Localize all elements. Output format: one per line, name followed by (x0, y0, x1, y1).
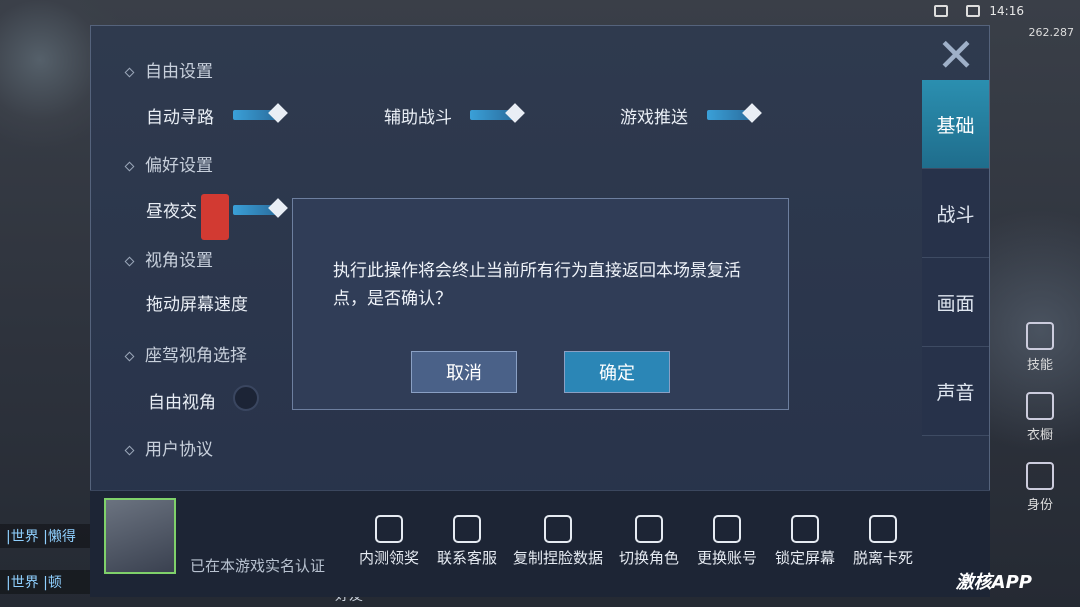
dialog-message: 执行此操作将会终止当前所有行为直接返回本场景复活点，是否确认？ (333, 261, 741, 309)
confirm-dialog: 执行此操作将会终止当前所有行为直接返回本场景复活点，是否确认？ 取消 确定 (292, 198, 789, 410)
headset-icon (453, 515, 481, 543)
free-view-label: 自由视角 (148, 393, 216, 413)
exit-icon (869, 515, 897, 543)
wardrobe-icon (1026, 392, 1054, 420)
free-view-radio[interactable] (233, 385, 259, 411)
action-row: 内测领奖 联系客服 复制捏脸数据 切换角色 更换账号 锁定屏幕 脱离卡死 (350, 515, 922, 568)
copy-face-data-button[interactable]: 复制捏脸数据 (506, 515, 610, 568)
close-button[interactable]: ✕ (923, 28, 989, 82)
gift-icon (375, 515, 403, 543)
section-agreement: 用户协议 (124, 435, 213, 460)
cancel-button[interactable]: 取消 (411, 351, 517, 393)
day-night-toggle[interactable] (233, 198, 288, 218)
change-account-button[interactable]: 更换账号 (688, 515, 766, 568)
tab-sound[interactable]: 声音 (922, 347, 989, 436)
section-free: 自由设置 (124, 57, 213, 82)
diamond-icon (124, 351, 135, 361)
diamond-icon (124, 67, 135, 77)
hud-identity[interactable]: 身份 (1018, 462, 1062, 513)
switch-role-button[interactable]: 切换角色 (610, 515, 688, 568)
lock-screen-button[interactable]: 锁定屏幕 (766, 515, 844, 568)
tab-graphics[interactable]: 画面 (922, 258, 989, 347)
monitor-icon (966, 5, 980, 17)
game-push-label: 游戏推送 (620, 108, 688, 128)
status-time: 14:16 (989, 4, 1024, 18)
assist-fight-toggle[interactable] (470, 103, 525, 123)
drag-speed-label: 拖动屏幕速度 (146, 295, 248, 315)
game-push-toggle[interactable] (707, 103, 762, 123)
realname-status: 已在本游戏实名认证 (190, 557, 326, 575)
confirm-button[interactable]: 确定 (564, 351, 670, 393)
avatar[interactable] (104, 498, 176, 574)
red-packet-icon[interactable] (201, 194, 229, 240)
status-bar: 14:16 262.287 (0, 0, 1080, 39)
switch-user-icon (635, 515, 663, 543)
close-icon: ✕ (936, 28, 976, 82)
section-view: 视角设置 (124, 246, 213, 271)
beta-reward-button[interactable]: 内测领奖 (350, 515, 428, 568)
section-seat: 座驾视角选择 (124, 341, 247, 366)
auto-path-label: 自动寻路 (146, 108, 214, 128)
diamond-icon (124, 445, 135, 455)
game-screen: 14:16 262.287 |世界 |懒得 |世界 |顿 好友 技能 衣橱 身份… (0, 0, 1080, 607)
lock-icon (791, 515, 819, 543)
save-icon (544, 515, 572, 543)
chat-line-1: |世界 |懒得 (0, 524, 90, 548)
diamond-icon (124, 161, 135, 171)
tab-combat[interactable]: 战斗 (922, 169, 989, 258)
tab-basic[interactable]: 基础 (922, 80, 989, 169)
chat-line-2: |世界 |顿 (0, 570, 90, 594)
status-ping: 262.287 (1028, 26, 1075, 39)
skill-icon (1026, 322, 1054, 350)
watermark-logo: 激核APP (955, 572, 1032, 593)
assist-fight-label: 辅助战斗 (384, 108, 452, 128)
contact-service-button[interactable]: 联系客服 (428, 515, 506, 568)
settings-tabs: 基础 战斗 画面 声音 (922, 80, 989, 436)
unstuck-button[interactable]: 脱离卡死 (844, 515, 922, 568)
identity-icon (1026, 462, 1054, 490)
diamond-icon (124, 256, 135, 266)
hud-skill[interactable]: 技能 (1018, 322, 1062, 373)
day-night-label: 昼夜交 (146, 202, 197, 222)
hud-wardrobe[interactable]: 衣橱 (1018, 392, 1062, 443)
section-pref: 偏好设置 (124, 151, 213, 176)
auto-path-toggle[interactable] (233, 103, 288, 123)
camera-icon (934, 5, 948, 17)
account-icon (713, 515, 741, 543)
